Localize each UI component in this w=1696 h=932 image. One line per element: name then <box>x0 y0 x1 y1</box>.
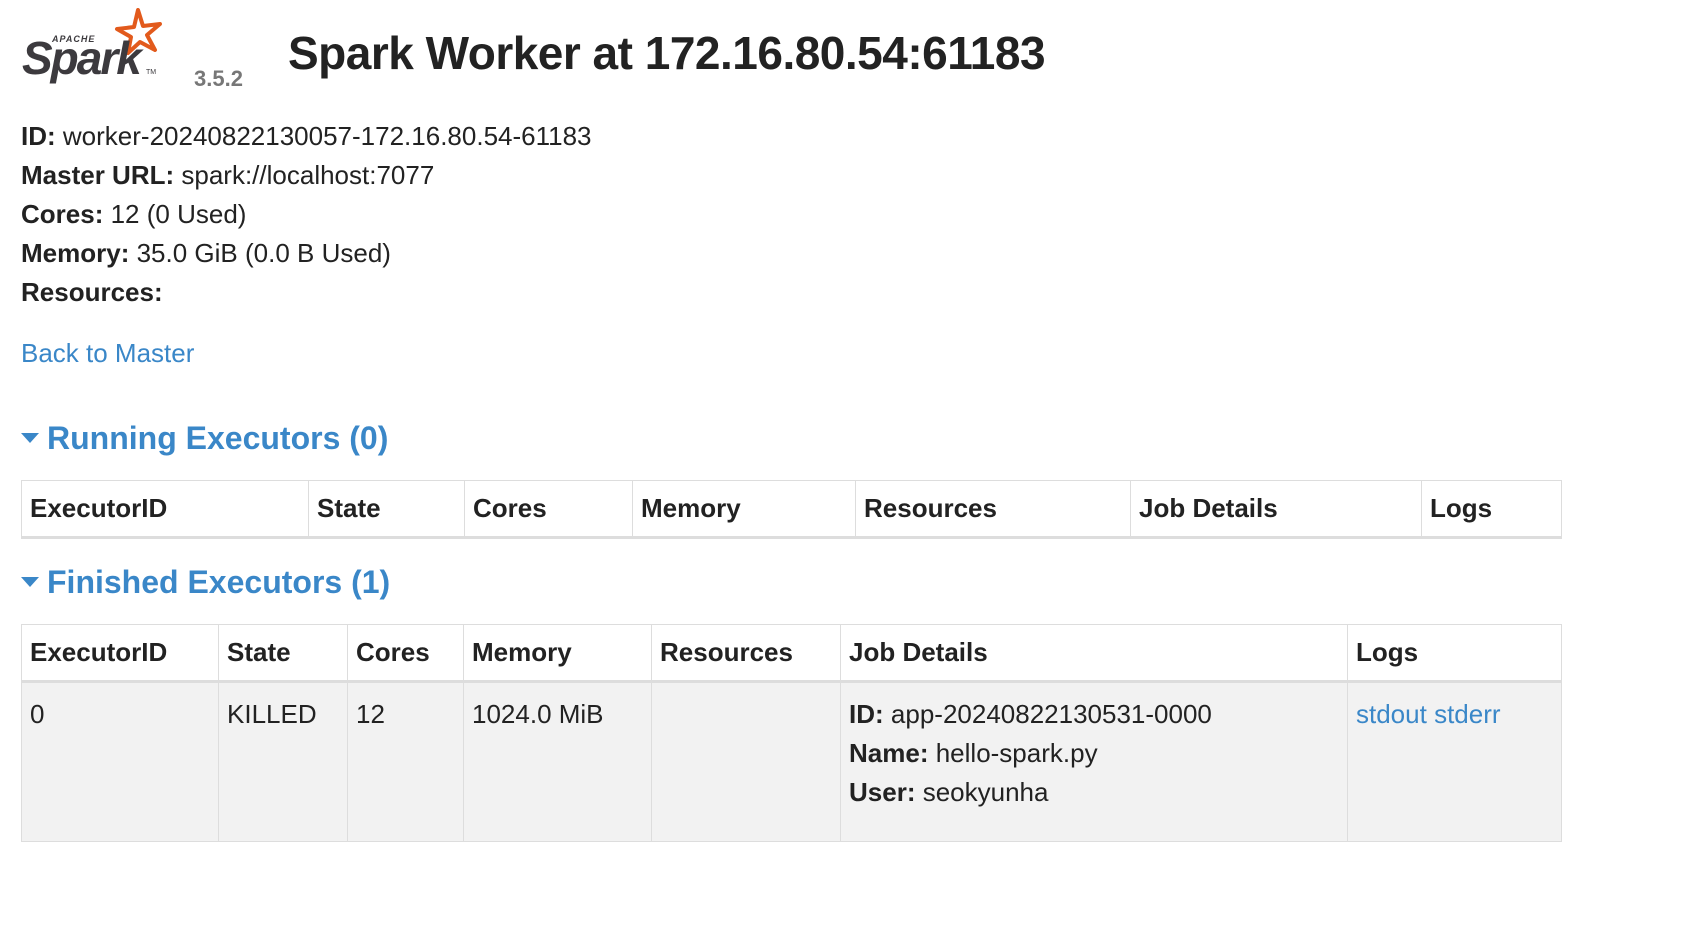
resources-label: Resources: <box>21 277 163 307</box>
cores-value: 12 (0 Used) <box>110 199 247 229</box>
stderr-link[interactable]: stderr <box>1434 699 1500 729</box>
col-cores[interactable]: Cores <box>347 624 464 683</box>
job-id-value: app-20240822130531-0000 <box>890 699 1212 729</box>
col-job-details[interactable]: Job Details <box>1130 480 1422 539</box>
cores-cell: 12 <box>347 681 464 842</box>
table-header-row: ExecutorID State Cores Memory Resources … <box>21 480 1562 539</box>
col-logs[interactable]: Logs <box>1347 624 1562 683</box>
col-state[interactable]: State <box>218 624 348 683</box>
state-cell: KILLED <box>218 681 348 842</box>
col-memory[interactable]: Memory <box>463 624 652 683</box>
svg-text:TM: TM <box>146 69 156 76</box>
worker-id-label: ID: <box>21 121 56 151</box>
page-title: Spark Worker at 172.16.80.54:61183 <box>288 27 1046 79</box>
master-url-value: spark://localhost:7077 <box>181 160 435 190</box>
resources-row: Resources: <box>21 273 592 312</box>
worker-id-row: ID: worker-20240822130057-172.16.80.54-6… <box>21 117 592 156</box>
job-name-label: Name: <box>849 738 929 768</box>
table-row: 0 KILLED 12 1024.0 MiB ID: app-202408221… <box>21 681 1562 842</box>
job-id-label: ID: <box>849 699 884 729</box>
col-logs[interactable]: Logs <box>1421 480 1562 539</box>
job-user-value: seokyunha <box>922 777 1049 807</box>
memory-label: Memory: <box>21 238 130 268</box>
master-url-row: Master URL: spark://localhost:7077 <box>21 156 592 195</box>
spark-logo-icon: APACHE Spark TM <box>22 8 162 84</box>
page-header: APACHE Spark TM 3.5.2 Spark Worker at 17… <box>22 8 1622 98</box>
col-memory[interactable]: Memory <box>632 480 856 539</box>
col-executor-id[interactable]: ExecutorID <box>21 624 219 683</box>
worker-id-value: worker-20240822130057-172.16.80.54-61183 <box>62 121 592 151</box>
job-user-label: User: <box>849 777 916 807</box>
master-url-label: Master URL: <box>21 160 175 190</box>
running-executors-table: ExecutorID State Cores Memory Resources … <box>21 480 1562 539</box>
memory-cell: 1024.0 MiB <box>463 681 652 842</box>
logs-cell: stdout stderr <box>1347 681 1562 842</box>
spark-version: 3.5.2 <box>194 66 243 91</box>
spark-logo[interactable]: APACHE Spark TM <box>22 8 172 88</box>
job-name-line: Name: hello-spark.py <box>849 734 1339 773</box>
job-name-value: hello-spark.py <box>935 738 1098 768</box>
memory-value: 35.0 GiB (0.0 B Used) <box>136 238 391 268</box>
svg-text:Spark: Spark <box>22 32 144 84</box>
col-resources[interactable]: Resources <box>651 624 841 683</box>
memory-row: Memory: 35.0 GiB (0.0 B Used) <box>21 234 592 273</box>
job-id-line: ID: app-20240822130531-0000 <box>849 695 1339 734</box>
job-details-cell: ID: app-20240822130531-0000 Name: hello-… <box>840 681 1348 842</box>
finished-executors-title: Finished Executors (1) <box>47 564 391 600</box>
table-header-row: ExecutorID State Cores Memory Resources … <box>21 624 1562 683</box>
running-executors-title: Running Executors (0) <box>47 420 389 456</box>
collapse-caret-icon <box>21 576 39 587</box>
col-resources[interactable]: Resources <box>855 480 1131 539</box>
cores-label: Cores: <box>21 199 104 229</box>
back-to-master-link[interactable]: Back to Master <box>21 338 194 369</box>
running-executors-toggle[interactable]: Running Executors (0) <box>21 420 388 457</box>
finished-executors-table: ExecutorID State Cores Memory Resources … <box>21 624 1562 842</box>
col-job-details[interactable]: Job Details <box>840 624 1348 683</box>
cores-row: Cores: 12 (0 Used) <box>21 195 592 234</box>
col-cores[interactable]: Cores <box>464 480 633 539</box>
collapse-caret-icon <box>21 432 39 443</box>
finished-executors-toggle[interactable]: Finished Executors (1) <box>21 564 390 601</box>
executor-id-cell: 0 <box>21 681 219 842</box>
worker-info-list: ID: worker-20240822130057-172.16.80.54-6… <box>21 117 592 312</box>
stdout-link[interactable]: stdout <box>1356 699 1427 729</box>
col-executor-id[interactable]: ExecutorID <box>21 480 309 539</box>
col-state[interactable]: State <box>308 480 465 539</box>
resources-cell <box>651 681 841 842</box>
job-user-line: User: seokyunha <box>849 773 1339 812</box>
